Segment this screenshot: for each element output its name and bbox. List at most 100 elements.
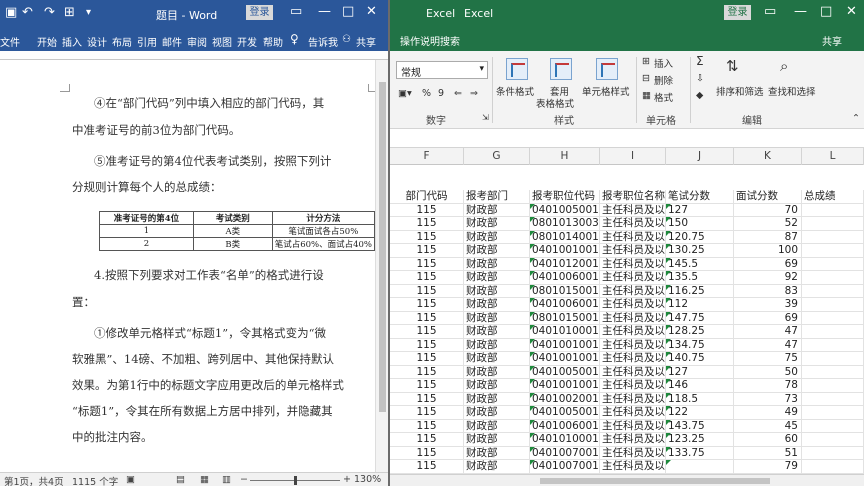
share-button[interactable]: 共享	[822, 33, 842, 48]
grid-cell[interactable]: 123.25	[666, 433, 734, 447]
grid-cell[interactable]: 127	[666, 203, 734, 217]
grid-cell[interactable]: 39	[734, 298, 802, 312]
tab-references[interactable]: 引用	[137, 34, 157, 49]
tab-developer[interactable]: 开发	[237, 34, 257, 49]
grid-cell[interactable]: 财政部	[464, 271, 530, 285]
save-icon[interactable]: ▣	[5, 5, 17, 20]
grid-cell[interactable]: 0801014001	[530, 230, 600, 244]
search-icon[interactable]: ⌕	[780, 57, 788, 75]
grid-cell[interactable]: 115	[390, 433, 464, 447]
grid-cell[interactable]: 财政部	[464, 419, 530, 433]
grid-cell[interactable]: 财政部	[464, 406, 530, 420]
ribbon-display-icon[interactable]: ▭	[764, 4, 776, 19]
delete-cells-button[interactable]: 删除	[654, 73, 673, 87]
grid-cell[interactable]: 0401001001	[530, 244, 600, 258]
grid-cell[interactable]: 130.25	[666, 244, 734, 258]
column-header-k[interactable]: K	[734, 148, 802, 165]
grid-cell[interactable]: 79	[734, 460, 802, 474]
tab-help[interactable]: 帮助	[263, 34, 283, 49]
cell-style-button[interactable]: 单元格样式	[582, 84, 630, 98]
column-header-j[interactable]: J	[666, 148, 734, 165]
grid-cell[interactable]: 主任科员及以	[600, 244, 666, 258]
grid-cell[interactable]: 145.5	[666, 257, 734, 271]
grid-cell[interactable]: 财政部	[464, 244, 530, 258]
grid-cell[interactable]	[802, 298, 864, 312]
grid-cell[interactable]: 70	[734, 203, 802, 217]
grid-cell[interactable]: 主任科员及以	[600, 338, 666, 352]
zoom-level[interactable]: 130%	[354, 474, 381, 485]
grid-cell[interactable]: 0401005001	[530, 365, 600, 379]
grid-cell[interactable]: 78	[734, 379, 802, 393]
grid-cell[interactable]: 47	[734, 338, 802, 352]
delete-cells-icon[interactable]: ⊟	[642, 73, 650, 84]
grid-cell[interactable]: 115	[390, 325, 464, 339]
grid-cell[interactable]: 118.5	[666, 392, 734, 406]
column-header-f[interactable]: F	[390, 148, 464, 165]
grid-cell[interactable]	[802, 325, 864, 339]
grid-cell[interactable]: 财政部	[464, 352, 530, 366]
grid-cell[interactable]	[802, 379, 864, 393]
currency-icon[interactable]: ▣▾	[398, 88, 412, 99]
grid-cell[interactable]: 60	[734, 433, 802, 447]
autosum-icon[interactable]: Σ	[696, 54, 704, 68]
grid-cell[interactable]: 主任科员及以	[600, 419, 666, 433]
grid-cell[interactable]	[802, 284, 864, 298]
grid-cell[interactable]: 146	[666, 379, 734, 393]
header-cell[interactable]: 面试分数	[734, 190, 802, 204]
grid-cell[interactable]: 122	[666, 406, 734, 420]
comma-button[interactable]: 9	[438, 88, 444, 99]
grid-cell[interactable]: 主任科员及以	[600, 271, 666, 285]
table-format-button-line2[interactable]: 表格格式	[536, 96, 574, 110]
header-cell[interactable]: 部门代码	[390, 190, 464, 204]
grid-cell[interactable]: 134.75	[666, 338, 734, 352]
scroll-thumb[interactable]	[379, 82, 386, 412]
grid-cell[interactable]: 主任科员及以	[600, 284, 666, 298]
maximize-icon[interactable]: □	[342, 4, 354, 19]
zoom-slider-thumb[interactable]	[294, 476, 297, 485]
grid-cell[interactable]: 69	[734, 257, 802, 271]
grid-cell[interactable]: 财政部	[464, 284, 530, 298]
grid-cell[interactable]: 115	[390, 338, 464, 352]
word-vertical-scrollbar[interactable]	[375, 60, 388, 472]
conditional-format-button[interactable]: 条件格式	[496, 84, 534, 98]
grid-cell[interactable]: 0401006001	[530, 298, 600, 312]
grid-cell[interactable]: 51	[734, 446, 802, 460]
word-count[interactable]: 1115 个字	[72, 474, 118, 486]
grid-cell[interactable]: 主任科员及以	[600, 311, 666, 325]
column-header-h[interactable]: H	[530, 148, 600, 165]
grid-cell[interactable]: 115	[390, 379, 464, 393]
grid-cell[interactable]: 115	[390, 446, 464, 460]
zoom-in-button[interactable]: +	[343, 474, 351, 485]
grid-cell[interactable]: 0401010001	[530, 325, 600, 339]
grid-cell[interactable]: 财政部	[464, 460, 530, 474]
grid-cell[interactable]: 主任科员及以	[600, 365, 666, 379]
grid-cell[interactable]: 115	[390, 244, 464, 258]
grid-cell[interactable]	[802, 271, 864, 285]
grid-cell[interactable]: 0801015001	[530, 284, 600, 298]
grid-cell[interactable]	[802, 433, 864, 447]
number-format-select[interactable]: 常规 ▾	[396, 61, 488, 79]
tell-me-search[interactable]: 告诉我	[308, 34, 338, 49]
grid-cell[interactable]: 115	[390, 257, 464, 271]
grid-cell[interactable]: 115	[390, 460, 464, 474]
tab-mailings[interactable]: 邮件	[162, 34, 182, 49]
percent-button[interactable]: %	[422, 88, 431, 99]
header-cell[interactable]: 报考职位代码	[530, 190, 600, 204]
grid-cell[interactable]: 115	[390, 365, 464, 379]
header-cell[interactable]: 报考职位名称	[600, 190, 666, 204]
formula-bar[interactable]	[390, 129, 864, 148]
header-cell[interactable]: 总成绩	[802, 190, 864, 204]
grid-cell[interactable]: 0401006001	[530, 271, 600, 285]
grid-cell[interactable]: 0401001001	[530, 379, 600, 393]
header-cell[interactable]: 笔试分数	[666, 190, 734, 204]
worksheet-grid[interactable]: FGHIJKL 部门代码 报考部门 报考职位代码 报考职位名称 笔试分数 面试分数 总成绩 1…	[390, 148, 864, 474]
grid-cell[interactable]: 主任科员及以	[600, 352, 666, 366]
grid-cell[interactable]: 112	[666, 298, 734, 312]
tab-file[interactable]: 文件	[0, 34, 20, 49]
grid-cell[interactable]: 140.75	[666, 352, 734, 366]
grid-cell[interactable]: 115	[390, 406, 464, 420]
grid-cell[interactable]: 45	[734, 419, 802, 433]
grid-cell[interactable]: 财政部	[464, 433, 530, 447]
grid-cell[interactable]	[802, 392, 864, 406]
maximize-icon[interactable]: □	[820, 4, 832, 19]
